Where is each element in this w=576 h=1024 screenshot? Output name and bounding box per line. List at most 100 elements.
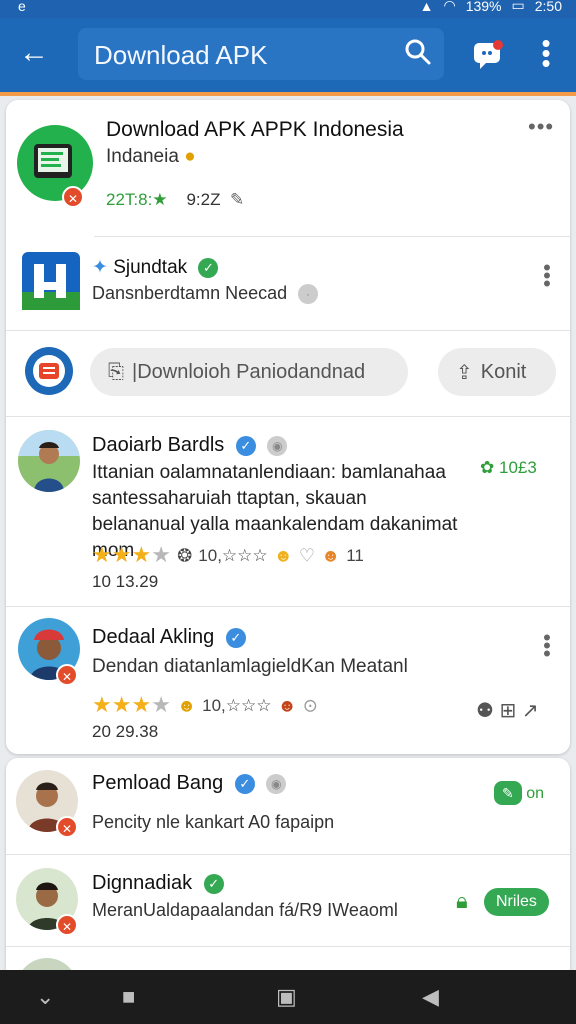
wow-icon[interactable]: ☻ bbox=[177, 696, 196, 716]
heart-rate-icon[interactable]: ♡ bbox=[299, 546, 315, 566]
user-name: Dignnadiak bbox=[92, 872, 193, 894]
divider bbox=[6, 854, 570, 855]
user-name: Pemload Bang bbox=[92, 772, 224, 794]
rating-row: ★★★★ ☻ 10,☆☆☆ ☻ ⊙ bbox=[92, 692, 318, 718]
verified-icon: ✓ bbox=[235, 435, 256, 456]
lock-icon[interactable]: 🔒︎ bbox=[456, 888, 468, 914]
star-icon: ★ bbox=[131, 692, 152, 717]
app-stat-left: 22T:8:★ bbox=[106, 190, 168, 209]
love-icon[interactable]: ☻ bbox=[321, 546, 340, 566]
developer-name: Sjundtak bbox=[113, 257, 188, 278]
user-subtitle: Pencity nle kankart A0 fapaipn bbox=[92, 812, 335, 832]
rating-row: ★★★★ ❂ 10,☆☆☆ ☻ ♡ ☻ 11 bbox=[92, 542, 364, 568]
award-icon: ✿ bbox=[480, 458, 495, 477]
divider bbox=[94, 236, 570, 237]
divider bbox=[6, 330, 570, 331]
pencil-icon: ✎ bbox=[229, 190, 245, 209]
battery-icon: ▭ bbox=[511, 0, 525, 13]
review-side-value: 10£3 bbox=[498, 458, 537, 477]
review-date: 10 13.29 bbox=[92, 572, 159, 591]
face-icon: · bbox=[298, 284, 319, 305]
clock: 2:50 bbox=[534, 0, 562, 14]
developer-tag-icon: ✦ bbox=[92, 257, 108, 278]
signal-icon: ▲ bbox=[419, 0, 434, 14]
user-badge-icon: ✕ bbox=[56, 816, 78, 838]
download-label: |Downloioh Paniodandnad bbox=[132, 360, 366, 383]
app-stat-right: 9:2Z bbox=[186, 190, 221, 209]
download-button[interactable]: ⎘ |Downloioh Paniodandnad bbox=[90, 348, 408, 396]
home-icon[interactable]: ▣ bbox=[276, 984, 297, 1010]
back-icon[interactable]: ◀ bbox=[422, 984, 439, 1010]
review-meta: 10,☆☆☆ bbox=[202, 696, 272, 716]
divider bbox=[6, 606, 570, 607]
info-icon: ◉ bbox=[267, 435, 288, 456]
search-icon[interactable] bbox=[404, 38, 432, 71]
grid-icon[interactable]: ⊞ bbox=[500, 700, 517, 722]
verified-icon: ✓ bbox=[234, 773, 255, 794]
verified-icon: ✓ bbox=[198, 257, 219, 278]
app-badge-icon: ✕ bbox=[62, 186, 84, 208]
review-text: Dendan diatanlamlagieldKan Meatanl bbox=[92, 656, 408, 677]
share-button[interactable]: ⇪ Konit bbox=[438, 348, 556, 396]
share-label: Konit bbox=[480, 360, 527, 383]
developer-logo-icon[interactable] bbox=[22, 252, 80, 315]
status-label: Nriles bbox=[496, 893, 537, 910]
accent-divider bbox=[0, 92, 576, 96]
app-bar: ← Download APK • • • bbox=[0, 18, 576, 92]
recents-icon[interactable]: ■ bbox=[122, 984, 135, 1010]
status-badge[interactable]: ✎ on bbox=[494, 780, 544, 808]
app-title: Download APK APPK Indonesia bbox=[106, 118, 404, 141]
chevron-down-icon[interactable]: ⌄ bbox=[36, 984, 54, 1010]
reviewer-badge-icon: ✕ bbox=[56, 664, 78, 686]
chat-app-icon[interactable] bbox=[24, 346, 74, 401]
status-bar: e ▲ ◠ 139% ▭ 2:50 bbox=[0, 0, 576, 18]
reviewer-name: Dedaal Akling bbox=[92, 626, 215, 648]
star-icon: ★ bbox=[151, 542, 171, 567]
more-vert-icon[interactable]: • • • bbox=[538, 30, 554, 76]
reviewer-name: Daoiarb Bardls bbox=[92, 434, 225, 456]
user-badge-icon: ✕ bbox=[56, 914, 78, 936]
share-arrow-icon[interactable]: ↗ bbox=[522, 700, 539, 722]
system-nav-bar: ⌄ ■ ▣ ◀ bbox=[0, 970, 576, 1024]
review-date: 20 29.38 bbox=[92, 722, 159, 741]
developer-subtitle: Dansnberdtamn Neecad bbox=[92, 283, 288, 303]
star-icon: ★ bbox=[111, 542, 132, 567]
verified-icon: ✓ bbox=[203, 873, 224, 894]
reaction-count: 11 bbox=[346, 546, 364, 566]
search-field[interactable]: Download APK bbox=[78, 28, 444, 80]
flag-icon: ● bbox=[184, 146, 196, 167]
search-text: Download APK bbox=[94, 40, 268, 70]
bubble-icon[interactable]: ❂ bbox=[177, 546, 192, 566]
developer-more-icon[interactable]: • • • bbox=[542, 257, 552, 295]
users-icon[interactable]: ⚉ bbox=[476, 700, 494, 722]
main-card: ✕ Download APK APPK Indonesia Indaneia ●… bbox=[6, 100, 570, 754]
user-subtitle: MeranUaldapaalandan fá/R9 IWeaoml bbox=[92, 900, 398, 920]
star-icon: ★ bbox=[92, 692, 112, 717]
star-icon: ★ bbox=[92, 542, 112, 567]
divider bbox=[6, 946, 570, 947]
status-label: on bbox=[526, 785, 544, 802]
back-arrow-icon[interactable]: ← bbox=[14, 34, 54, 74]
status-badge[interactable]: Nriles bbox=[484, 888, 549, 916]
info-icon: ◉ bbox=[266, 773, 287, 794]
review-more-icon[interactable]: • • • bbox=[542, 627, 552, 665]
divider bbox=[6, 416, 570, 417]
battery-text: 139% bbox=[465, 0, 502, 14]
more-reactions-icon[interactable]: ⊙ bbox=[303, 696, 318, 716]
app-more-icon[interactable]: ••• bbox=[528, 114, 554, 140]
app-subtitle: Indaneia bbox=[106, 146, 179, 167]
star-icon: ★ bbox=[131, 542, 152, 567]
avatar[interactable] bbox=[18, 430, 80, 492]
review-meta: 10,☆☆☆ bbox=[198, 546, 268, 566]
star-icon: ★ bbox=[151, 692, 171, 717]
angry-icon[interactable]: ☻ bbox=[278, 696, 297, 716]
download-icon: ⎘ bbox=[108, 360, 124, 383]
wifi-icon: ◠ bbox=[443, 0, 456, 13]
status-left: e bbox=[18, 0, 26, 14]
chat-icon[interactable] bbox=[472, 40, 504, 75]
verified-icon: ✓ bbox=[225, 627, 246, 648]
smile-icon[interactable]: ☻ bbox=[274, 546, 293, 566]
star-icon: ★ bbox=[111, 692, 132, 717]
status-icon: ✎ bbox=[494, 781, 522, 805]
share-icon: ⇪ bbox=[456, 361, 473, 384]
